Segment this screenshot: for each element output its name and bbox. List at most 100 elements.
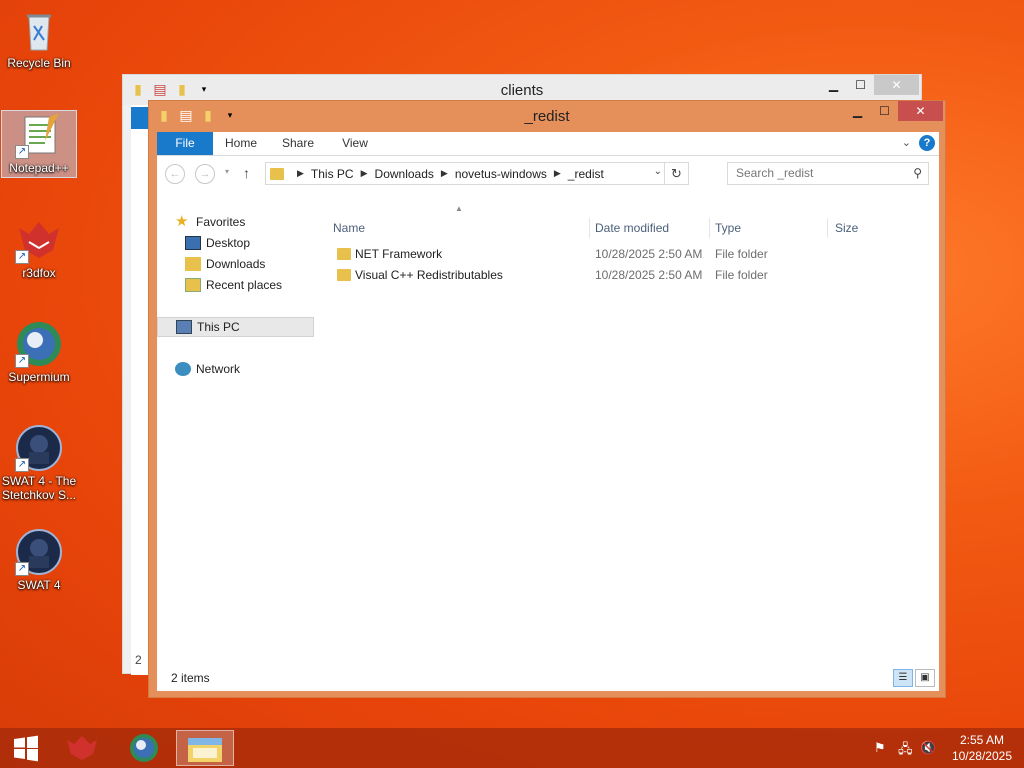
- breadcrumb-this-pc[interactable]: This PC: [311, 167, 354, 181]
- recent-places-icon: [185, 278, 201, 292]
- action-center-flag-icon[interactable]: ⚑: [874, 740, 886, 756]
- column-divider[interactable]: [827, 218, 828, 238]
- swat4-icon: ↗: [15, 528, 63, 576]
- chevron-right-icon[interactable]: ▶: [441, 168, 448, 179]
- computer-icon: [176, 320, 192, 334]
- table-row[interactable]: NET Framework 10/28/2025 2:50 AM File fo…: [333, 244, 913, 265]
- system-clock[interactable]: 2:55 AM 10/28/2025: [952, 732, 1012, 764]
- taskbar-file-explorer[interactable]: [176, 730, 234, 766]
- tab-file[interactable]: File: [157, 132, 213, 155]
- back-button[interactable]: ←: [165, 164, 185, 184]
- breadcrumb-novetus-windows[interactable]: novetus-windows: [455, 167, 547, 181]
- navigation-pane: ★ Favorites Desktop Downloads Recent pla…: [157, 214, 315, 665]
- nav-item-downloads[interactable]: Downloads: [185, 254, 265, 274]
- maximize-button[interactable]: ☐: [871, 101, 898, 121]
- expand-ribbon-icon[interactable]: ⌄: [902, 136, 911, 149]
- nav-item-label: Desktop: [206, 236, 251, 250]
- chevron-right-icon[interactable]: ▶: [361, 168, 368, 179]
- maximize-button[interactable]: ☐: [847, 75, 874, 95]
- ribbon-tabs: File Home Share View ⌄ ?: [157, 132, 939, 156]
- recycle-bin-icon: [15, 6, 63, 54]
- tab-share[interactable]: Share: [273, 132, 323, 155]
- column-header-date-modified[interactable]: Date modified: [595, 216, 669, 240]
- nav-item-label: Favorites: [196, 215, 246, 229]
- search-icon[interactable]: ⚲: [913, 163, 922, 184]
- folder-icon: [337, 248, 351, 260]
- start-button[interactable]: [0, 730, 52, 766]
- taskbar: ⚑ 🖧 🔇 2:55 AM 10/28/2025: [0, 728, 1024, 768]
- forward-button[interactable]: →: [195, 164, 215, 184]
- large-icons-view-button[interactable]: ▣: [915, 669, 935, 687]
- taskbar-r3dfox[interactable]: [56, 730, 108, 766]
- minimize-button[interactable]: ▁: [844, 101, 871, 121]
- windows-logo-icon: [14, 735, 38, 762]
- search-box[interactable]: Search _redist ⚲: [727, 162, 929, 185]
- column-header-type[interactable]: Type: [715, 216, 741, 240]
- navigation-bar: ← → ▾ ↑ ▶ This PC ▶ Downloads ▶ novetus-…: [157, 156, 939, 190]
- desktop-icon-r3dfox[interactable]: ↗ r3dfox: [1, 216, 77, 280]
- desktop-icon: [185, 236, 201, 250]
- desktop-icon-label: Supermium: [8, 370, 70, 384]
- file-name: Visual C++ Redistributables: [355, 268, 503, 282]
- up-button[interactable]: ↑: [243, 165, 250, 181]
- r3dfox-icon: [67, 736, 97, 760]
- nav-item-label: This PC: [197, 320, 240, 334]
- desktop-icon-swat4[interactable]: ↗ SWAT 4: [1, 528, 77, 592]
- help-icon[interactable]: ?: [919, 135, 935, 151]
- close-button[interactable]: ✕: [898, 101, 943, 121]
- tab-view[interactable]: View: [331, 132, 379, 155]
- tab-home[interactable]: Home: [217, 132, 265, 155]
- sort-arrow-icon: ▲: [455, 204, 463, 213]
- nav-item-this-pc[interactable]: This PC: [157, 317, 314, 337]
- column-divider[interactable]: [589, 218, 590, 238]
- minimize-button[interactable]: ▁: [820, 75, 847, 95]
- clock-time: 2:55 AM: [959, 733, 1004, 747]
- window-title: _redist: [524, 108, 570, 125]
- chevron-right-icon[interactable]: ▶: [297, 168, 304, 179]
- back-window-status-count: 2: [135, 653, 142, 667]
- recent-locations-icon[interactable]: ▾: [225, 167, 229, 176]
- window-client-area: File Home Share View ⌄ ? ← → ▾ ↑ ▶ This …: [157, 132, 939, 691]
- supermium-icon: [130, 734, 158, 762]
- column-header-name[interactable]: Name: [333, 216, 365, 240]
- shortcut-arrow-icon: ↗: [15, 250, 29, 264]
- desktop-icon-recycle-bin[interactable]: Recycle Bin: [1, 6, 77, 70]
- nav-item-network[interactable]: Network: [175, 359, 240, 379]
- system-tray: ⚑ 🖧 🔇 2:55 AM 10/28/2025: [864, 728, 1024, 768]
- r3dfox-icon: ↗: [15, 216, 63, 264]
- column-header-size[interactable]: Size: [835, 216, 858, 240]
- nav-favorites[interactable]: ★ Favorites: [175, 212, 245, 232]
- desktop-icon-supermium[interactable]: ↗ Supermium: [1, 320, 77, 384]
- nav-item-desktop[interactable]: Desktop: [185, 233, 250, 253]
- file-name: NET Framework: [355, 247, 443, 261]
- explorer-window-redist[interactable]: ▮ ▤ ▮ ▾ _redist ▁ ☐ ✕ File Home Share Vi…: [148, 100, 946, 698]
- address-history-dropdown-icon[interactable]: ⌄: [654, 166, 662, 177]
- nav-item-recent-places[interactable]: Recent places: [185, 275, 282, 295]
- swat4-icon: ↗: [15, 424, 63, 472]
- folder-icon: [270, 167, 284, 180]
- star-icon: ★: [175, 213, 189, 230]
- file-date: 10/28/2025 2:50 AM: [595, 268, 703, 282]
- address-bar[interactable]: ▶ This PC ▶ Downloads ▶ novetus-windows …: [265, 162, 689, 185]
- column-divider[interactable]: [709, 218, 710, 238]
- volume-muted-icon[interactable]: 🔇: [920, 740, 936, 756]
- file-list: Name Date modified Type Size ▲ NET Frame…: [333, 204, 931, 665]
- nav-item-label: Downloads: [206, 257, 266, 271]
- desktop-icon-swat4-stetchkov[interactable]: ↗ SWAT 4 - The Stetchkov S...: [1, 424, 77, 502]
- breadcrumb-redist[interactable]: _redist: [568, 167, 604, 181]
- breadcrumb-downloads[interactable]: Downloads: [375, 167, 434, 181]
- search-placeholder: Search _redist: [736, 166, 814, 180]
- close-button[interactable]: ✕: [874, 75, 919, 95]
- details-view-button[interactable]: ☰: [893, 669, 913, 687]
- file-date: 10/28/2025 2:50 AM: [595, 247, 703, 261]
- chevron-right-icon[interactable]: ▶: [554, 168, 561, 179]
- title-bar[interactable]: ▮ ▤ ▮ ▾ _redist ▁ ☐ ✕: [149, 101, 945, 132]
- nav-item-label: Recent places: [206, 278, 283, 292]
- desktop-icon-notepad-plus-plus[interactable]: ↗ Notepad++: [1, 110, 77, 178]
- network-status-icon[interactable]: 🖧: [898, 740, 913, 762]
- desktop-icon-label: SWAT 4 - The Stetchkov S...: [1, 474, 77, 502]
- table-row[interactable]: Visual C++ Redistributables 10/28/2025 2…: [333, 265, 913, 286]
- refresh-icon[interactable]: ↻: [664, 163, 688, 184]
- supermium-icon: ↗: [15, 320, 63, 368]
- taskbar-supermium[interactable]: [118, 730, 170, 766]
